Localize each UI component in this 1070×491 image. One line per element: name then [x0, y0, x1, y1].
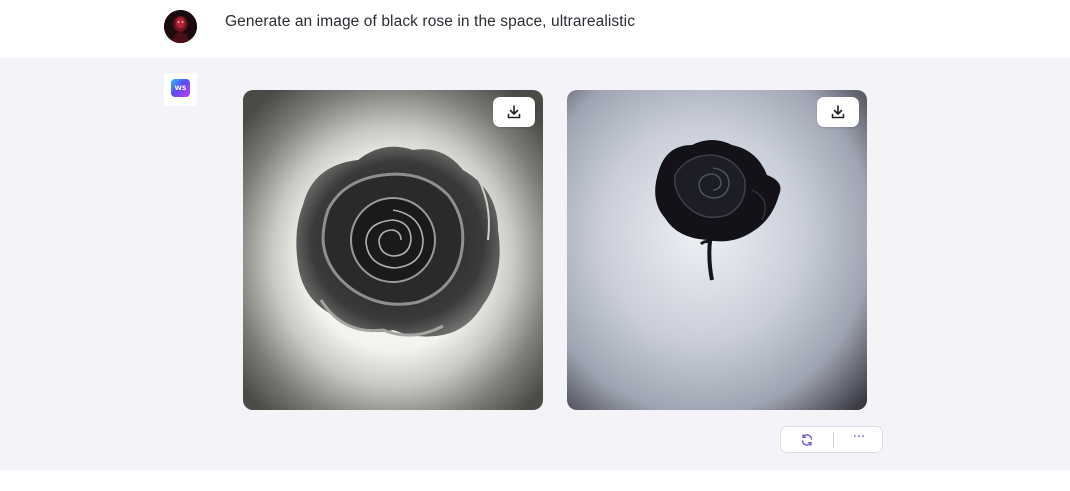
- user-prompt-text: Generate an image of black rose in the s…: [225, 13, 636, 30]
- download-icon: [507, 105, 521, 119]
- download-button-1[interactable]: [493, 97, 535, 127]
- bottom-spacer: [0, 470, 1070, 491]
- chat-page: Generate an image of black rose in the s…: [0, 0, 1070, 491]
- user-message-row: Generate an image of black rose in the s…: [0, 0, 1070, 58]
- user-avatar-icon: [164, 10, 197, 43]
- black-rose-image-1: [243, 90, 543, 410]
- generated-image-2[interactable]: [567, 90, 867, 410]
- response-action-bar: ···: [780, 426, 883, 453]
- user-avatar: [164, 10, 197, 43]
- regenerate-button[interactable]: [795, 431, 819, 449]
- black-rose-image-2: [567, 90, 867, 410]
- action-divider: [833, 432, 834, 448]
- download-button-2[interactable]: [817, 97, 859, 127]
- assistant-logo-icon: WS: [171, 79, 190, 97]
- refresh-icon: [801, 434, 813, 446]
- assistant-avatar: WS: [164, 73, 197, 106]
- download-icon: [831, 105, 845, 119]
- assistant-response: WS ···: [0, 58, 1070, 470]
- more-options-button[interactable]: ···: [847, 429, 871, 449]
- generated-image-1[interactable]: [243, 90, 543, 410]
